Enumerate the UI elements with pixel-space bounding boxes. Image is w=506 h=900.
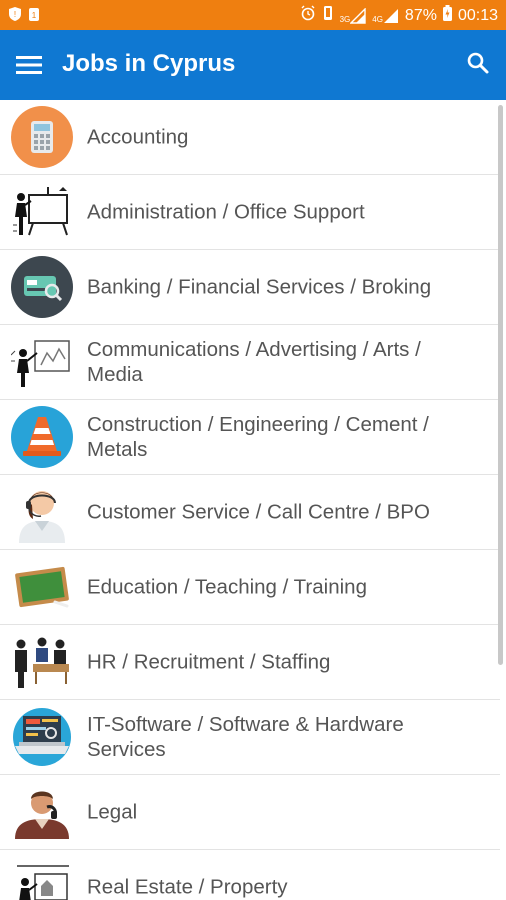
category-label: Communications / Advertising / Arts / Me… [87, 338, 421, 386]
presentation-board-icon [10, 184, 74, 240]
svg-text:1: 1 [32, 11, 37, 20]
category-label: Customer Service / Call Centre / BPO [87, 500, 430, 524]
clipboard-icon: 1 [28, 6, 40, 27]
category-item-administration[interactable]: Administration / Office Support [0, 175, 500, 250]
traffic-cone-icon [10, 406, 74, 468]
property-presentation-icon [10, 859, 74, 900]
network-4g-signal-icon: 4G [372, 8, 399, 24]
battery-percent: 87% [404, 6, 437, 24]
category-item-construction[interactable]: Construction / Engineering / Cement / Me… [0, 400, 500, 475]
category-label: Accounting [87, 125, 189, 149]
network-3g-signal-icon: 3G [340, 7, 367, 24]
category-label: Education / Teaching / Training [87, 575, 367, 599]
category-item-legal[interactable]: Legal [0, 775, 500, 850]
category-label: Construction / Engineering / Cement / Me… [87, 413, 429, 461]
search-icon [467, 52, 489, 74]
calculator-icon [10, 106, 74, 168]
category-list: Accounting Administration / Office Suppo… [0, 100, 506, 900]
category-item-accounting[interactable]: Accounting [0, 100, 500, 175]
lawyer-icon [10, 784, 74, 840]
alarm-icon [300, 5, 316, 26]
category-label: Administration / Office Support [87, 200, 365, 224]
category-item-hr[interactable]: HR / Recruitment / Staffing [0, 625, 500, 700]
bank-card-icon [10, 256, 74, 318]
media-presentation-icon [10, 334, 74, 390]
category-item-it-software[interactable]: IT-Software / Software & Hardware Servic… [0, 700, 500, 775]
app-bar: Jobs in Cyprus [0, 30, 506, 100]
shield-icon: ! [8, 6, 22, 27]
search-button[interactable] [460, 45, 496, 81]
category-item-real-estate[interactable]: Real Estate / Property [0, 850, 500, 900]
vibrate-icon [322, 5, 334, 26]
laptop-code-icon [10, 708, 74, 766]
team-meeting-icon [10, 634, 74, 690]
svg-text:!: ! [14, 10, 16, 19]
chalkboard-icon [10, 559, 74, 615]
category-item-communications[interactable]: Communications / Advertising / Arts / Me… [0, 325, 500, 400]
category-label: Real Estate / Property [87, 875, 288, 899]
battery-icon [442, 5, 452, 26]
app-title: Jobs in Cyprus [62, 50, 236, 77]
hamburger-menu-icon [16, 56, 42, 74]
call-centre-agent-icon [10, 484, 74, 543]
category-label: IT-Software / Software & Hardware Servic… [87, 713, 404, 761]
menu-button[interactable] [10, 47, 48, 83]
category-item-customer-service[interactable]: Customer Service / Call Centre / BPO [0, 475, 500, 550]
category-item-education[interactable]: Education / Teaching / Training [0, 550, 500, 625]
clock-time: 00:13 [457, 6, 498, 24]
status-bar: ! 1 3G 4G 87% 00:13 [0, 0, 506, 30]
scrollbar[interactable] [498, 105, 503, 665]
category-label: Banking / Financial Services / Broking [87, 275, 432, 299]
category-label: Legal [87, 800, 138, 824]
category-label: HR / Recruitment / Staffing [87, 650, 331, 674]
category-item-banking[interactable]: Banking / Financial Services / Broking [0, 250, 500, 325]
